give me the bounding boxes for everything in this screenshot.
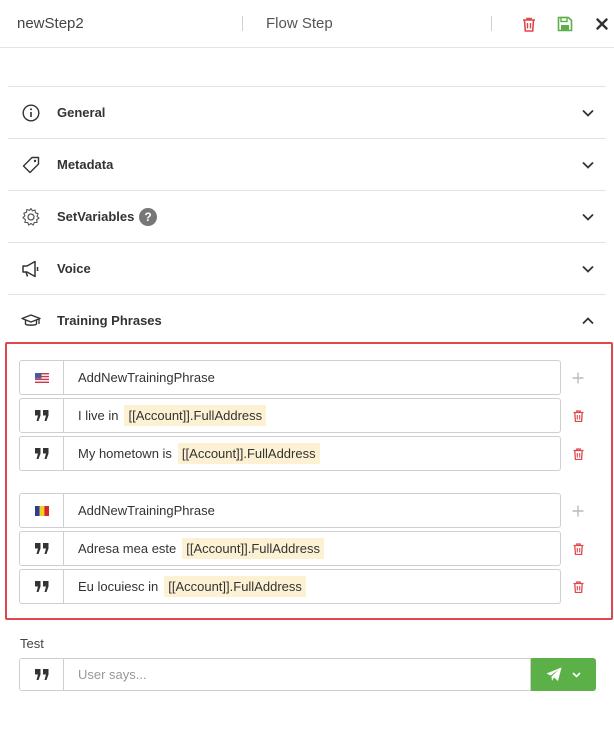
trash-icon[interactable] (570, 408, 586, 424)
training-phrase-row[interactable]: My hometown is [[Account]].FullAddress (19, 436, 561, 471)
ro-flag-icon (20, 494, 64, 527)
save-icon[interactable] (556, 15, 574, 33)
chevron-down-icon (582, 265, 594, 273)
tag-icon (20, 155, 42, 175)
header-bar: newStep2 Flow Step (0, 0, 614, 48)
quote-icon (20, 399, 64, 432)
chevron-down-icon (582, 161, 594, 169)
step-type: Flow Step (266, 15, 333, 32)
header-divider (242, 16, 243, 31)
section-title: Voice (57, 261, 91, 276)
section-training-phrases[interactable]: Training Phrases (8, 294, 606, 346)
training-phrase-row[interactable]: I live in [[Account]].FullAddress (19, 398, 561, 433)
section-voice[interactable]: Voice (8, 242, 606, 294)
test-user-says-input[interactable] (64, 658, 531, 691)
chevron-down-icon (582, 109, 594, 117)
section-title: SetVariables (57, 209, 135, 224)
add-training-phrase-row[interactable]: AddNewTrainingPhrase (19, 360, 561, 395)
section-setvariables[interactable]: SetVariables ? (8, 190, 606, 242)
test-input-group (19, 658, 596, 691)
section-title: Metadata (57, 157, 114, 172)
quote-icon (20, 437, 64, 470)
chevron-down-icon (572, 671, 581, 678)
trash-icon[interactable] (570, 446, 586, 462)
paper-plane-icon (546, 667, 562, 681)
quote-icon (20, 532, 64, 565)
step-name[interactable]: newStep2 (17, 15, 84, 32)
send-button[interactable] (531, 658, 596, 691)
section-title: General (57, 105, 106, 120)
plus-icon[interactable] (570, 503, 586, 519)
add-training-phrase-row[interactable]: AddNewTrainingPhrase (19, 493, 561, 528)
section-general[interactable]: General (8, 86, 606, 138)
info-icon (20, 103, 42, 123)
test-label: Test (20, 636, 44, 651)
entity-chip[interactable]: [[Account]].FullAddress (164, 576, 306, 597)
us-flag-icon (20, 361, 64, 394)
phrase-text: My hometown is (78, 446, 172, 461)
trash-icon[interactable] (570, 541, 586, 557)
quote-icon (19, 658, 64, 691)
entity-chip[interactable]: [[Account]].FullAddress (177, 443, 320, 464)
close-icon[interactable] (593, 15, 611, 33)
chevron-up-icon (582, 317, 594, 325)
phrase-text: I live in (78, 408, 119, 423)
section-title: Training Phrases (57, 313, 162, 328)
trash-icon[interactable] (570, 579, 586, 595)
graduation-cap-icon (20, 311, 42, 331)
phrase-text: Eu locuiesc in (78, 579, 159, 594)
header-divider (491, 16, 492, 31)
phrase-text: Adresa mea este (78, 541, 177, 556)
training-phrase-row[interactable]: Adresa mea este [[Account]].FullAddress (19, 531, 561, 566)
entity-chip[interactable]: [[Account]].FullAddress (182, 538, 324, 559)
chevron-down-icon (582, 213, 594, 221)
entity-chip[interactable]: [[Account]].FullAddress (124, 405, 267, 426)
quote-icon (20, 570, 64, 603)
plus-icon[interactable] (570, 370, 586, 386)
gear-icon (20, 207, 42, 227)
add-training-phrase-label: AddNewTrainingPhrase (78, 370, 215, 385)
section-metadata[interactable]: Metadata (8, 138, 606, 190)
training-phrase-row[interactable]: Eu locuiesc in [[Account]].FullAddress (19, 569, 561, 604)
megaphone-icon (20, 259, 42, 279)
trash-icon[interactable] (520, 15, 538, 33)
add-training-phrase-label: AddNewTrainingPhrase (78, 503, 215, 518)
help-badge[interactable]: ? (139, 208, 157, 226)
